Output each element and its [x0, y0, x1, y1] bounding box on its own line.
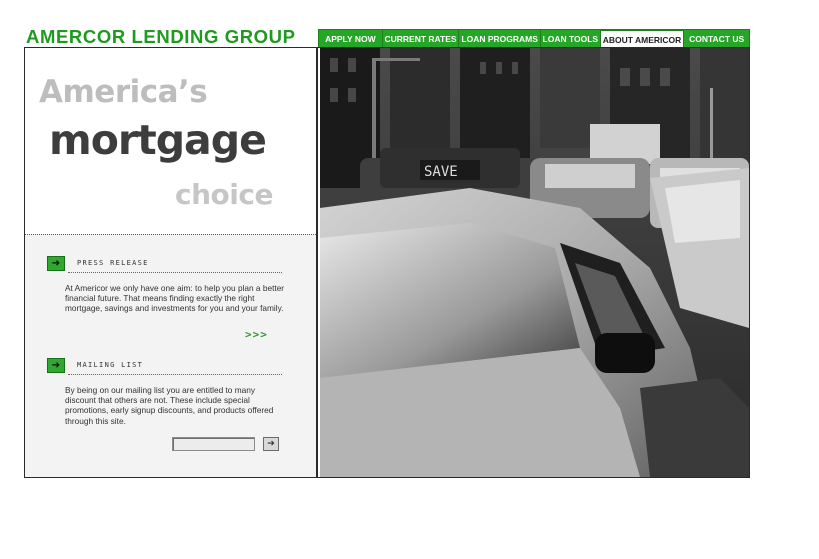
- nav-loan-tools[interactable]: LOAN TOOLS: [541, 30, 601, 48]
- press-release-rule: [68, 272, 282, 273]
- mailing-list-submit-button[interactable]: ➔: [263, 437, 279, 451]
- mailing-list-title: MAILING LIST: [77, 361, 144, 369]
- nav-apply-now[interactable]: APPLY NOW: [319, 30, 383, 48]
- svg-text:SAVE: SAVE: [424, 164, 458, 180]
- mailing-list-rule: [68, 374, 282, 375]
- press-release-text: At Americor we only have one aim: to hel…: [65, 283, 285, 314]
- arrow-right-icon: ➔: [267, 438, 275, 449]
- tagline-line-2: mortgage: [49, 116, 267, 164]
- nav-contact-us[interactable]: CONTACT US: [684, 30, 749, 48]
- press-release-title: PRESS RELEASE: [77, 259, 149, 267]
- hero-photo: SAVE: [320, 48, 749, 477]
- press-release-more-link[interactable]: >>>: [245, 328, 268, 341]
- press-release-arrow-icon[interactable]: ➔: [47, 256, 65, 271]
- nav-about-americor[interactable]: ABOUT AMERICOR: [600, 30, 685, 48]
- nav-current-rates[interactable]: CURRENT RATES: [383, 30, 460, 48]
- left-panel: America’s mortgage choice ➔ PRESS RELEAS…: [25, 48, 316, 477]
- nav-loan-programs[interactable]: LOAN PROGRAMS: [459, 30, 541, 48]
- mailing-list-arrow-icon[interactable]: ➔: [47, 358, 65, 373]
- panel-separator: [316, 48, 318, 477]
- mailing-list-text: By being on our mailing list you are ent…: [65, 385, 274, 426]
- mailing-list-email-input[interactable]: [172, 437, 255, 451]
- brand-logo[interactable]: AMERCOR LENDING GROUP: [26, 27, 318, 47]
- tagline-line-1: America’s: [39, 74, 208, 110]
- taxi-street-photo-image: SAVE: [320, 48, 749, 477]
- main-nav: APPLY NOW CURRENT RATES LOAN PROGRAMS LO…: [318, 29, 750, 48]
- info-panel: ➔ PRESS RELEASE At Americor we only have…: [25, 235, 316, 477]
- tagline-line-3: choice: [175, 178, 273, 211]
